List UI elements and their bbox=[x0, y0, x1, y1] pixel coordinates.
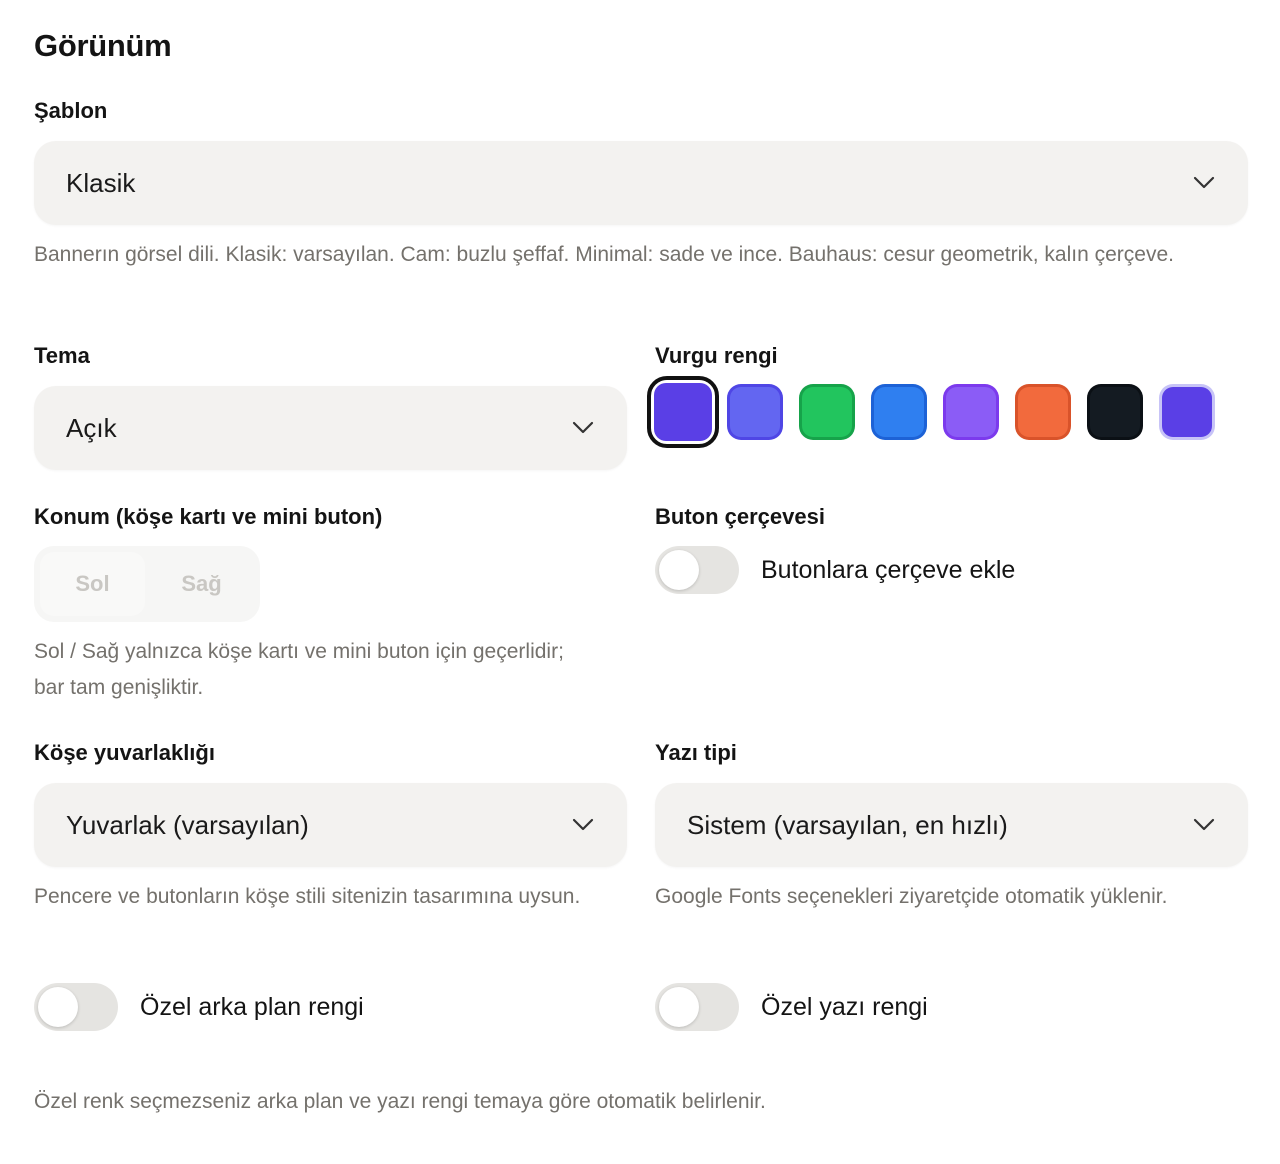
custom-bg-toggle[interactable] bbox=[34, 983, 118, 1031]
custom-text-toggle-label: Özel yazı rengi bbox=[761, 993, 928, 1021]
button-border-toggle[interactable] bbox=[655, 546, 739, 594]
accent-swatch-7[interactable] bbox=[1087, 384, 1143, 440]
accent-swatch-3[interactable] bbox=[799, 384, 855, 440]
chevron-down-icon bbox=[1192, 171, 1216, 195]
theme-label: Tema bbox=[34, 343, 90, 368]
corner-label: Köşe yuvarlaklığı bbox=[34, 740, 215, 765]
accent-swatch-fill bbox=[802, 387, 852, 437]
accent-swatch-fill bbox=[946, 387, 996, 437]
custom-bg-toggle-label: Özel arka plan rengi bbox=[140, 993, 364, 1021]
accent-swatch-fill bbox=[1018, 387, 1068, 437]
font-select[interactable]: Sistem (varsayılan, en hızlı) bbox=[655, 783, 1248, 867]
accent-swatch-1[interactable] bbox=[647, 376, 719, 448]
accent-swatch-2[interactable] bbox=[727, 384, 783, 440]
button-border-toggle-label: Butonlara çerçeve ekle bbox=[761, 556, 1016, 584]
position-help: Sol / Sağ yalnızca köşe kartı ve mini bu… bbox=[34, 640, 564, 699]
font-select-value: Sistem (varsayılan, en hızlı) bbox=[687, 809, 1008, 840]
accent-swatch-4[interactable] bbox=[871, 384, 927, 440]
toggle-knob bbox=[659, 550, 699, 590]
accent-swatch-fill bbox=[1090, 387, 1140, 437]
accent-swatch-fill bbox=[654, 383, 712, 441]
template-help: Bannerın görsel dili. Klasik: varsayılan… bbox=[34, 243, 1174, 266]
accent-swatch-list bbox=[647, 376, 1215, 448]
position-segmented-control: Sol Sağ bbox=[34, 546, 260, 622]
chevron-down-icon bbox=[571, 416, 595, 440]
template-label: Şablon bbox=[34, 98, 108, 123]
theme-select-value: Açık bbox=[66, 412, 117, 443]
accent-swatch-fill bbox=[874, 387, 924, 437]
accent-label: Vurgu rengi bbox=[655, 343, 778, 368]
corner-select[interactable]: Yuvarlak (varsayılan) bbox=[34, 783, 627, 867]
footer-note: Özel renk seçmezseniz arka plan ve yazı … bbox=[34, 1090, 766, 1113]
font-help: Google Fonts seçenekleri ziyaretçide oto… bbox=[655, 885, 1168, 908]
font-label: Yazı tipi bbox=[655, 740, 737, 765]
custom-text-toggle[interactable] bbox=[655, 983, 739, 1031]
template-select[interactable]: Klasik bbox=[34, 141, 1248, 225]
position-label: Konum (köşe kartı ve mini buton) bbox=[34, 504, 383, 529]
chevron-down-icon bbox=[571, 813, 595, 837]
theme-select[interactable]: Açık bbox=[34, 386, 627, 470]
accent-swatch-6[interactable] bbox=[1015, 384, 1071, 440]
accent-swatch-fill bbox=[730, 387, 780, 437]
accent-swatch-fill bbox=[1162, 387, 1212, 437]
accent-swatch-8[interactable] bbox=[1159, 384, 1215, 440]
button-border-label: Buton çerçevesi bbox=[655, 504, 825, 529]
section-title: Görünüm bbox=[34, 28, 172, 63]
template-select-value: Klasik bbox=[66, 167, 136, 198]
toggle-knob bbox=[659, 987, 699, 1027]
position-option-left[interactable]: Sol bbox=[40, 552, 145, 616]
accent-swatch-5[interactable] bbox=[943, 384, 999, 440]
position-option-right[interactable]: Sağ bbox=[149, 552, 254, 616]
corner-help: Pencere ve butonların köşe stili siteniz… bbox=[34, 885, 581, 908]
chevron-down-icon bbox=[1192, 813, 1216, 837]
corner-select-value: Yuvarlak (varsayılan) bbox=[66, 809, 309, 840]
toggle-knob bbox=[38, 987, 78, 1027]
